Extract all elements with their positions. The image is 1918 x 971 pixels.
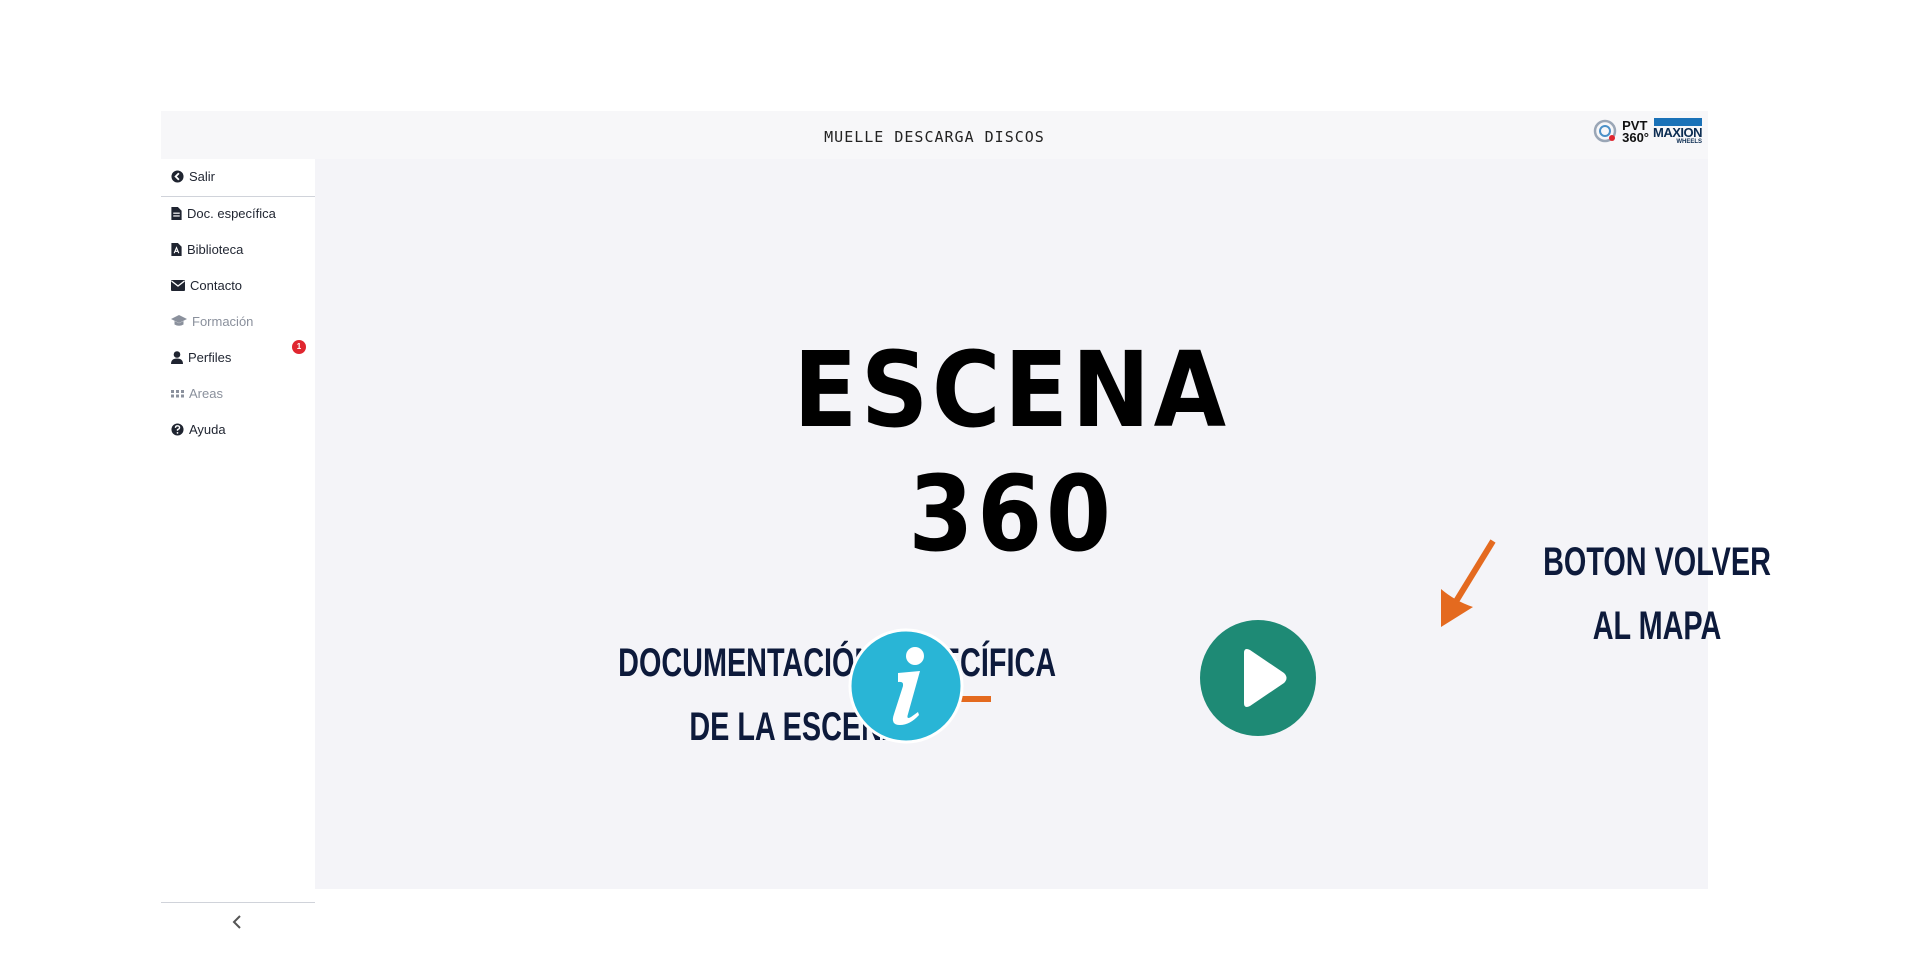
info-button[interactable] (848, 628, 964, 744)
notification-badge: 1 (292, 340, 306, 354)
file-icon (171, 206, 182, 220)
info-icon (906, 647, 924, 665)
sidebar-item-formacion: Formación (171, 310, 253, 332)
arrow-down-left-icon (1441, 539, 1496, 627)
sidebar-item-label: Areas (189, 385, 223, 401)
back-annotation-line2: AL MAPA (1592, 604, 1722, 648)
scene-view: ESCENA 360 DOCUMENTACIÓN ESPECÍFICA DE L… (315, 159, 1771, 889)
sidebar-item-label: Formación (192, 313, 254, 329)
sidebar-item-label: Contacto (190, 277, 243, 293)
file-pdf-icon (171, 242, 182, 256)
sidebar-item-biblioteca[interactable]: Biblioteca (171, 238, 243, 260)
sidebar-item-label: Ayuda (189, 421, 226, 437)
pvt-logo-line2: 360° (1622, 130, 1649, 145)
pvt360-logo-icon (1593, 119, 1617, 143)
sidebar-item-label: Salir (189, 168, 216, 184)
play-button[interactable] (1199, 619, 1317, 737)
question-circle-icon (171, 422, 184, 436)
scene-title-line1: ESCENA (793, 329, 1230, 451)
maxion-logo: MAXION WHEELS (1653, 118, 1703, 146)
sidebar-item-salir[interactable]: Salir (171, 165, 215, 187)
sidebar: Salir Doc. específica Biblioteca Contact… (161, 159, 315, 929)
arrow-left-circle-icon (171, 169, 184, 183)
top-bar: MUELLE DESCARGA DISCOS PVT 360° MAXION W… (161, 111, 1708, 159)
sidebar-item-label: Biblioteca (187, 241, 244, 257)
grid-icon (171, 389, 184, 397)
maxion-logo-text: MAXION (1653, 125, 1703, 140)
sidebar-item-doc-especifica[interactable]: Doc. específica (171, 202, 276, 224)
back-annotation-label: BOTON VOLVER AL MAPA (1531, 530, 1783, 658)
sidebar-footer-divider (161, 902, 315, 903)
maxion-logo-subtext: WHEELS (1676, 139, 1702, 145)
logos: PVT 360° MAXION WHEELS (1593, 114, 1703, 150)
page-title: MUELLE DESCARGA DISCOS (824, 128, 1045, 146)
sidebar-item-label: Doc. específica (187, 205, 276, 221)
sidebar-item-label: Perfiles (188, 349, 232, 365)
chevron-left-icon[interactable] (227, 911, 249, 933)
sidebar-item-areas: Areas (171, 382, 223, 404)
back-annotation-line1: BOTON VOLVER (1543, 540, 1771, 584)
sidebar-item-contacto[interactable]: Contacto (171, 274, 242, 296)
envelope-icon (171, 279, 185, 291)
sidebar-item-perfiles[interactable]: Perfiles (171, 346, 231, 368)
sidebar-divider (161, 196, 315, 197)
sidebar-item-ayuda[interactable]: Ayuda (171, 418, 226, 440)
graduation-cap-icon (171, 315, 187, 326)
pvt360-logo: PVT 360° (1593, 119, 1649, 145)
app-window: MUELLE DESCARGA DISCOS PVT 360° MAXION W… (161, 111, 1771, 929)
user-icon (171, 350, 183, 364)
